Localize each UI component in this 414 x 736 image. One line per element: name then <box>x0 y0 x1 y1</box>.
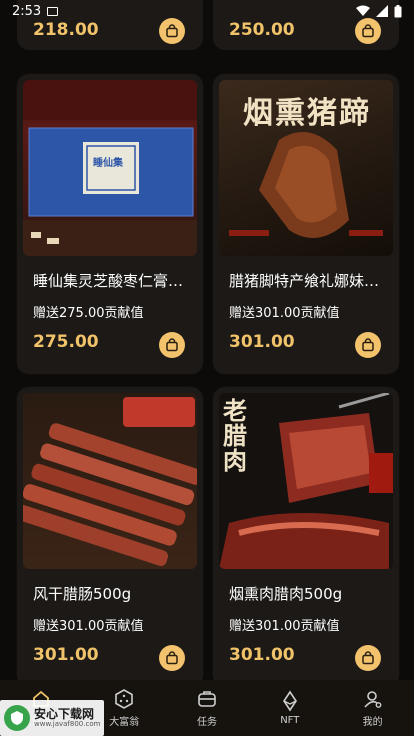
product-image-text: 睡仙集 <box>93 158 123 169</box>
add-to-cart-button[interactable] <box>355 332 381 358</box>
tab-label: NFT <box>280 715 300 726</box>
bag-icon <box>166 651 178 665</box>
product-price: 301.00 <box>229 645 295 665</box>
bag-icon <box>166 24 178 38</box>
product-image: 老腊肉 <box>219 393 393 569</box>
product-title: 睡仙集灵芝酸枣仁膏… <box>33 272 184 290</box>
bag-icon <box>362 338 374 352</box>
bag-icon <box>362 24 374 38</box>
product-title: 风干腊肠500g <box>33 585 132 603</box>
product-card[interactable]: 烟熏猪蹄 腊猪脚特产飨礼娜妹… 赠送301.00贡献值 301.00 <box>213 74 399 374</box>
bag-icon <box>166 338 178 352</box>
signal-icon <box>376 5 388 17</box>
wifi-icon <box>356 5 370 16</box>
tab-label: 大富翁 <box>109 717 140 728</box>
tab-profile[interactable]: 我的 <box>332 688 414 728</box>
bag-icon <box>362 651 374 665</box>
watermark-text: 安心下载网 <box>34 707 95 722</box>
watermark-url: www.javaf800.com <box>34 719 101 728</box>
product-card[interactable]: 老腊肉 烟熏肉腊肉500g 赠送301.00贡献值 301.00 <box>213 387 399 687</box>
product-price: 275.00 <box>33 332 99 352</box>
product-image: 睡仙集 <box>23 80 197 256</box>
product-reward: 赠送301.00贡献值 <box>229 619 340 634</box>
product-card[interactable]: 风干腊肠500g 赠送301.00贡献值 301.00 <box>17 387 203 687</box>
product-title: 烟熏肉腊肉500g <box>229 585 343 603</box>
task-icon <box>198 691 216 707</box>
product-reward: 赠送301.00贡献值 <box>33 619 144 634</box>
dice-icon <box>115 689 133 709</box>
product-price: 301.00 <box>33 645 99 665</box>
product-image: 烟熏猪蹄 <box>219 80 393 256</box>
product-reward: 赠送301.00贡献值 <box>229 306 340 321</box>
add-to-cart-button[interactable] <box>159 645 185 671</box>
status-bar: 2:53 <box>0 0 414 22</box>
profile-icon <box>363 691 381 708</box>
status-time: 2:53 <box>12 3 42 19</box>
tab-nft[interactable]: NFT <box>249 690 331 726</box>
watermark-logo: 安心下载网 www.javaf800.com <box>0 700 104 736</box>
product-card[interactable]: 睡仙集 睡仙集灵芝酸枣仁膏… 赠送275.00贡献值 275.00 <box>17 74 203 374</box>
product-price: 250.00 <box>229 20 295 40</box>
product-title: 腊猪脚特产飨礼娜妹… <box>229 272 380 290</box>
add-to-cart-button[interactable] <box>159 332 185 358</box>
product-image-text: 烟熏猪蹄 <box>243 96 371 131</box>
product-price: 218.00 <box>33 20 99 40</box>
product-price: 301.00 <box>229 332 295 352</box>
tab-tasks[interactable]: 任务 <box>166 688 248 728</box>
battery-icon <box>394 4 402 17</box>
product-reward: 赠送275.00贡献值 <box>33 306 144 321</box>
nft-icon <box>282 690 297 712</box>
product-image-text: 老腊肉 <box>223 397 247 476</box>
add-to-cart-button[interactable] <box>355 645 381 671</box>
tab-label: 任务 <box>196 717 217 728</box>
tab-label: 我的 <box>362 717 383 728</box>
notification-icon <box>47 6 59 16</box>
product-image <box>23 393 197 569</box>
shield-icon <box>4 705 30 731</box>
